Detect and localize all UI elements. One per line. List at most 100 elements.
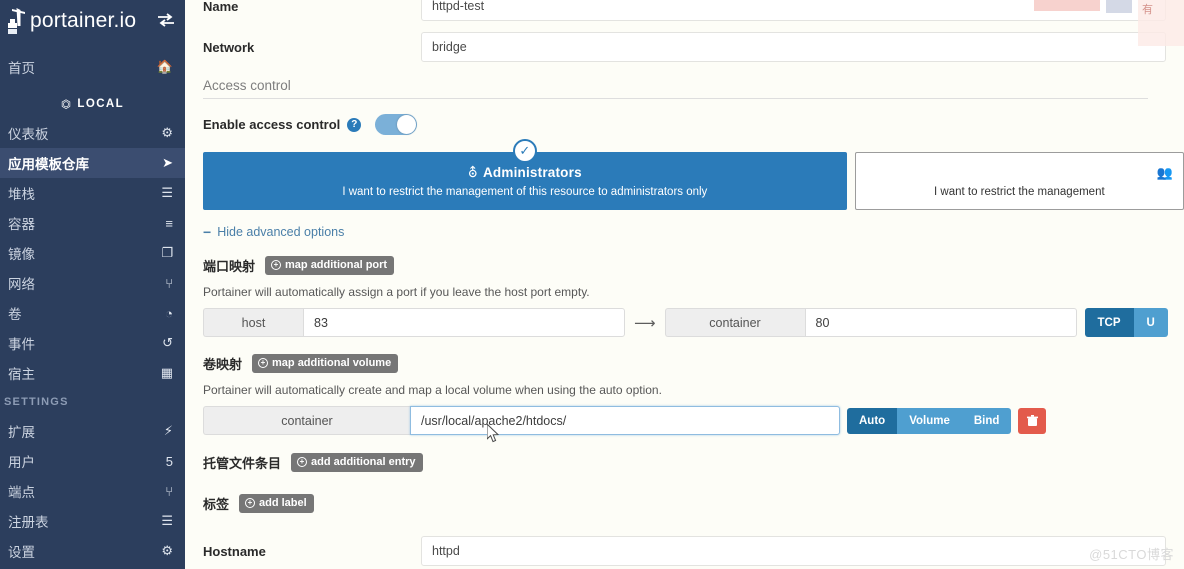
enable-access-control-label: Enable access control — [203, 117, 340, 132]
access-control-heading: Access control — [203, 78, 1148, 99]
sidebar-item-5[interactable]: 网络 ⑂ — [0, 268, 185, 298]
volume-path-input[interactable]: /usr/local/apache2/htdocs/ — [410, 406, 840, 435]
add-users-icon: 👥 — [1157, 165, 1173, 181]
protocol-selector: TCP U — [1085, 308, 1168, 337]
volumes-hint: Portainer will automatically create and … — [203, 383, 1184, 397]
sidebar-item-3[interactable]: 容器 ≡ — [0, 208, 185, 238]
sidebar-item-8[interactable]: 宿主 ▦ — [0, 358, 185, 388]
add-additional-entry-button[interactable]: + add additional entry — [291, 453, 423, 472]
hostname-row: Hostname httpd — [203, 536, 1184, 566]
hostname-input[interactable]: httpd — [421, 536, 1166, 566]
portainer-app-window: portainer.io 首页 🏠 ⏣ LOCAL 仪表板 ⚙ 应用模板仓库 ➤ 堆栈 ☰… — [0, 0, 1184, 569]
port-mapping-row: host 83 ⟶ container 80 TCP U — [203, 308, 1184, 337]
sidebar-item-1[interactable]: 用户 ὆5 — [0, 446, 185, 476]
gears-icon: ⚙ — [161, 543, 173, 559]
volumes-header-row: 卷映射 + map additional volume — [203, 354, 1184, 373]
sidebar-item-0[interactable]: 扩展 ⚡ — [0, 416, 185, 446]
network-select[interactable]: bridge — [421, 32, 1166, 62]
sidebar-item-label: 卷 — [8, 303, 22, 323]
sidebar: portainer.io 首页 🏠 ⏣ LOCAL 仪表板 ⚙ 应用模板仓库 ➤ 堆栈 ☰… — [0, 0, 185, 569]
check-icon: ✓ — [513, 139, 537, 163]
volume-mode-selector: Auto Volume Bind — [847, 408, 1011, 434]
access-control-cards: ✓ ⛢ Administrators I want to restrict the… — [203, 152, 1184, 210]
sidebar-item-label: 事件 — [8, 333, 35, 353]
sidebar-item-label: 用户 — [8, 451, 35, 471]
sidebar-item-2[interactable]: 堆栈 ☰ — [0, 178, 185, 208]
map-additional-volume-label: map additional volume — [272, 357, 391, 369]
network-label: Network — [203, 40, 421, 55]
plus-circle-icon: + — [258, 358, 268, 368]
sidebar-settings-header: SETTINGS — [0, 388, 185, 416]
add-label-button[interactable]: + add label — [239, 494, 314, 513]
host-icon: ▦ — [161, 365, 173, 381]
volumes-icon: ◔ — [165, 306, 173, 321]
ports-label: 端口映射 — [203, 256, 255, 275]
ports-hint: Portainer will automatically assign a po… — [203, 285, 1184, 299]
labels-header-row: 标签 + add label — [203, 494, 1184, 513]
sidebar-item-label: 堆栈 — [8, 183, 35, 203]
add-additional-entry-label: add additional entry — [311, 456, 416, 468]
map-additional-port-label: map additional port — [285, 259, 387, 271]
sidebar-item-label: 注册表 — [8, 511, 49, 531]
container-port-input[interactable]: 80 — [805, 308, 1077, 337]
protocol-udp-button[interactable]: U — [1134, 308, 1168, 337]
ninja-icon: ⛢ — [468, 165, 478, 180]
sidebar-item-label: 镜像 — [8, 243, 35, 263]
portainer-logo-icon — [6, 6, 32, 36]
sidebar-item-0[interactable]: 仪表板 ⚙ — [0, 118, 185, 148]
watermark: @51CTO博客 — [1089, 544, 1174, 563]
container-port-group: container 80 — [665, 308, 1077, 337]
collapse-arrows-icon[interactable] — [157, 13, 175, 29]
home-icon: 🏠 — [157, 59, 173, 75]
question-mark-icon[interactable]: ? — [347, 118, 361, 132]
stacks-icon: ☰ — [161, 185, 173, 201]
sidebar-item-6[interactable]: 卷 ◔ — [0, 298, 185, 328]
map-additional-volume-button[interactable]: + map additional volume — [252, 354, 398, 373]
containers-icon: ≡ — [165, 216, 173, 231]
plus-circle-icon: + — [271, 260, 281, 270]
endpoint-plug-icon: ⑂ — [165, 484, 173, 499]
map-additional-port-button[interactable]: + map additional port — [265, 256, 394, 275]
restricted-card[interactable]: 👥 I want to restrict the management — [855, 152, 1184, 210]
host-port-group: host 83 — [203, 308, 625, 337]
trash-icon[interactable] — [1018, 408, 1046, 434]
minus-icon: − — [203, 224, 211, 240]
volume-mode-auto-button[interactable]: Auto — [847, 408, 897, 434]
sidebar-item-label: 首页 — [8, 57, 35, 77]
volume-container-group: container /usr/local/apache2/htdocs/ — [203, 406, 840, 435]
arrow-right-icon: ⟶ — [634, 314, 656, 332]
sidebar-item-home[interactable]: 首页 🏠 — [0, 52, 185, 82]
enable-access-control-label-group: Enable access control ? — [203, 117, 361, 132]
sidebar-item-label: 网络 — [8, 273, 35, 293]
dashboard-icon: ⚙ — [161, 125, 173, 141]
sidebar-item-label: 端点 — [8, 481, 35, 501]
sidebar-item-7[interactable]: 事件 ↺ — [0, 328, 185, 358]
sidebar-item-1[interactable]: 应用模板仓库 ➤ — [0, 148, 185, 178]
administrators-card[interactable]: ✓ ⛢ Administrators I want to restrict the… — [203, 152, 847, 210]
administrators-card-subtitle: I want to restrict the management of thi… — [342, 186, 707, 198]
sidebar-item-label: 宿主 — [8, 363, 35, 383]
sidebar-brand[interactable]: portainer.io — [0, 0, 185, 42]
administrators-card-title: Administrators — [483, 165, 582, 180]
access-control-toggle[interactable] — [375, 114, 417, 135]
bolt-icon: ⚡ — [164, 423, 173, 439]
environment-label: LOCAL — [77, 98, 124, 110]
toggle-advanced-options[interactable]: − Hide advanced options — [203, 224, 1184, 240]
volume-mode-volume-button[interactable]: Volume — [897, 408, 962, 434]
toggle-knob — [397, 115, 416, 134]
images-icon: ❐ — [161, 245, 173, 261]
protocol-tcp-button[interactable]: TCP — [1085, 308, 1134, 337]
sidebar-item-label: 仪表板 — [8, 123, 49, 143]
registry-database-icon: ☰ — [161, 513, 173, 529]
name-input[interactable]: httpd-test — [421, 0, 1166, 21]
add-label-label: add label — [259, 497, 307, 509]
volume-mode-bind-button[interactable]: Bind — [962, 408, 1012, 434]
sidebar-item-4[interactable]: 设置 ⚙ — [0, 536, 185, 566]
host-port-input[interactable]: 83 — [303, 308, 625, 337]
sidebar-item-3[interactable]: 注册表 ☰ — [0, 506, 185, 536]
labels-label: 标签 — [203, 494, 229, 513]
settings-section-label: SETTINGS — [4, 396, 69, 408]
enable-access-control-row: Enable access control ? — [203, 114, 1184, 135]
sidebar-item-4[interactable]: 镜像 ❐ — [0, 238, 185, 268]
sidebar-item-2[interactable]: 端点 ⑂ — [0, 476, 185, 506]
